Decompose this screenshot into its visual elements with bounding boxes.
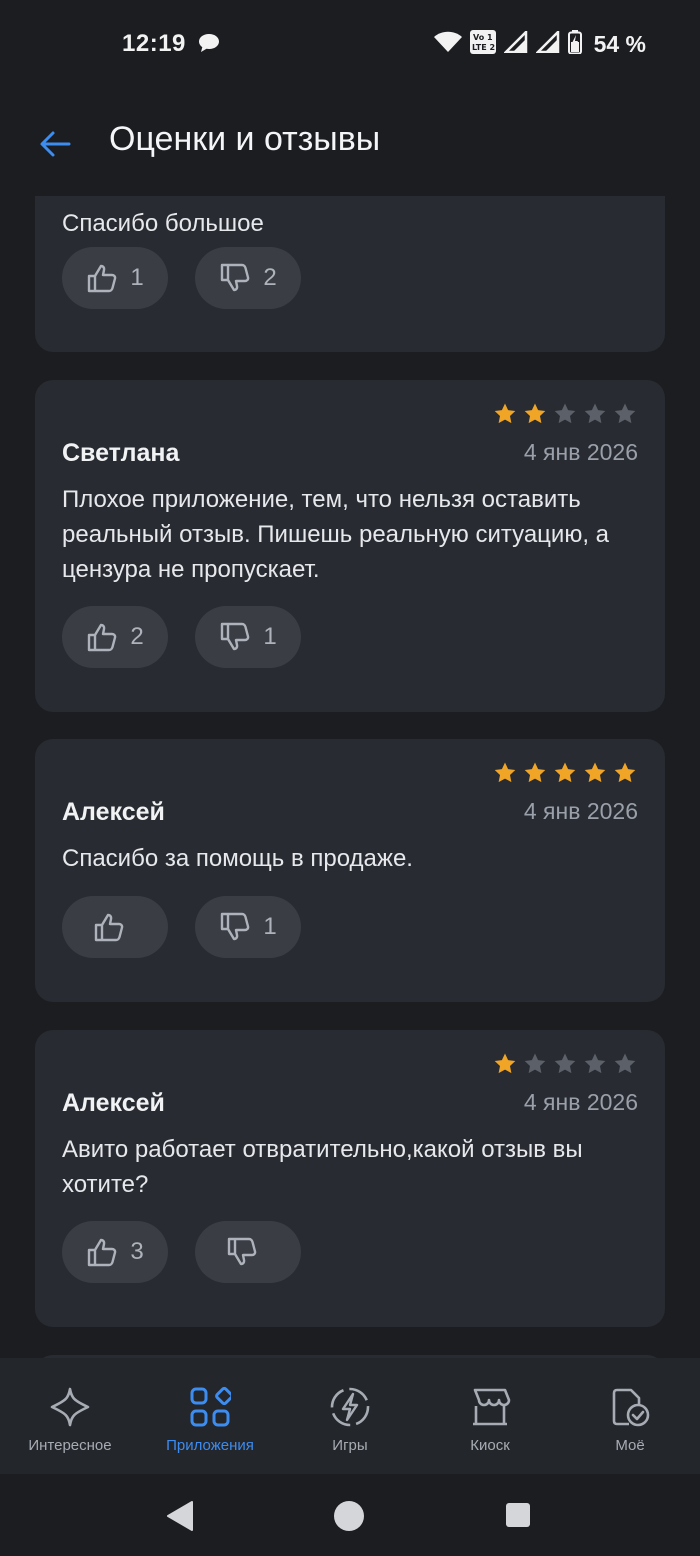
thumbs-up-icon [88, 623, 117, 652]
review-text: Спасибо большое [62, 210, 264, 237]
star-empty-icon [614, 1053, 636, 1074]
dislike-button[interactable]: 1 [195, 606, 301, 668]
chat-notification-icon [197, 32, 221, 59]
star-filled-icon [524, 762, 546, 783]
rating-stars [493, 402, 637, 426]
status-bar: 12:19 Vo 1 LTE 2 54 % [0, 0, 700, 88]
battery-charging-icon [567, 30, 582, 59]
battery-percent: 54 % [593, 31, 646, 57]
nav-item-apps[interactable]: Приложения [140, 1358, 280, 1474]
signal-1-icon [502, 28, 528, 58]
star-filled-icon [524, 403, 546, 424]
review-author: Светлана [62, 439, 180, 467]
dislike-button[interactable] [195, 1221, 301, 1283]
like-count: 2 [130, 623, 144, 650]
triangle-back-icon [167, 1501, 193, 1531]
wifi-icon [433, 31, 462, 58]
nav-item-games[interactable]: Игры [280, 1358, 420, 1474]
review-date: 4 янв 2026 [523, 439, 638, 465]
system-recents-button[interactable] [505, 1502, 531, 1533]
app-header: Оценки и отзывы [0, 88, 700, 196]
signal-2-icon [534, 28, 560, 58]
thumbs-down-icon [221, 263, 250, 292]
dislike-count: 1 [263, 913, 277, 940]
review-author: Алексей [62, 1089, 165, 1117]
status-time: 12:19 [122, 30, 186, 57]
thumbs-up-icon [94, 913, 124, 942]
star-filled-icon [494, 403, 516, 424]
nav-label: Киоск [470, 1437, 510, 1454]
nav-item-mine[interactable]: Моё [560, 1358, 700, 1474]
rating-stars [493, 761, 637, 785]
system-back-button[interactable] [164, 1499, 196, 1538]
bottom-nav: Интересное Приложения Игры Киоск Моё [0, 1358, 700, 1474]
square-recents-icon [506, 1503, 530, 1527]
star-filled-icon [554, 762, 576, 783]
star-empty-icon [554, 1053, 576, 1074]
like-count: 1 [130, 264, 144, 291]
review-card: Светлана 4 янв 2026 Плохое приложение, т… [35, 380, 665, 712]
apps-grid-icon [188, 1385, 232, 1429]
star-empty-icon [614, 403, 636, 424]
review-author: Алексей [62, 798, 165, 826]
star-empty-icon [584, 1053, 606, 1074]
status-icons: Vo 1 LTE 2 54 % [433, 28, 646, 59]
review-card: Спасибо большое 1 2 [35, 196, 665, 352]
nav-item-kiosk[interactable]: Киоск [420, 1358, 560, 1474]
star-filled-icon [494, 1053, 516, 1074]
sparkle-icon [48, 1385, 92, 1429]
star-filled-icon [584, 762, 606, 783]
reviews-list[interactable]: Спасибо большое 1 2 Светлана 4 янв 2026 … [0, 196, 700, 1358]
rating-stars [493, 1052, 637, 1076]
page-title: Оценки и отзывы [109, 120, 381, 158]
review-text: Плохое приложение, тем, что нельзя остав… [62, 486, 610, 583]
system-home-button[interactable] [332, 1499, 366, 1538]
svg-text:LTE 2: LTE 2 [472, 43, 495, 52]
review-date: 4 янв 2026 [523, 798, 638, 824]
review-text: Авито работает отвратительно,какой отзыв… [62, 1136, 583, 1198]
nav-label: Игры [332, 1437, 368, 1454]
nav-item-interesting[interactable]: Интересное [0, 1358, 140, 1474]
like-button[interactable] [62, 896, 168, 958]
star-empty-icon [584, 403, 606, 424]
review-card: Алексей 4 янв 2026 Спасибо за помощь в п… [35, 739, 665, 1002]
volte-icon: Vo 1 LTE 2 [469, 30, 496, 59]
star-empty-icon [524, 1053, 546, 1074]
like-count: 3 [130, 1238, 144, 1265]
dislike-button[interactable]: 1 [195, 896, 301, 958]
dislike-button[interactable]: 2 [195, 247, 301, 309]
thumbs-up-icon [88, 264, 117, 293]
lightning-icon [328, 1385, 372, 1429]
back-button[interactable] [30, 124, 80, 164]
nav-label: Приложения [166, 1437, 254, 1454]
dislike-count: 2 [263, 264, 277, 291]
star-empty-icon [554, 403, 576, 424]
thumbs-up-icon [88, 1238, 117, 1267]
review-date: 4 янв 2026 [523, 1089, 638, 1115]
like-button[interactable]: 1 [62, 247, 168, 309]
nav-label: Интересное [28, 1437, 112, 1454]
nav-label: Моё [615, 1437, 645, 1454]
like-button[interactable]: 2 [62, 606, 168, 668]
system-nav-bar [0, 1474, 700, 1556]
my-apps-icon [608, 1385, 652, 1429]
kiosk-store-icon [468, 1385, 512, 1429]
review-text: Спасибо за помощь в продаже. [62, 845, 413, 872]
thumbs-down-icon [227, 1237, 257, 1266]
svg-text:Vo 1: Vo 1 [473, 33, 493, 42]
review-card: Алексей 4 янв 2026 Авито работает отврат… [35, 1030, 665, 1327]
thumbs-down-icon [221, 912, 250, 941]
thumbs-down-icon [221, 622, 250, 651]
circle-home-icon [334, 1501, 364, 1531]
like-button[interactable]: 3 [62, 1221, 168, 1283]
arrow-left-icon [40, 131, 71, 157]
star-filled-icon [614, 762, 636, 783]
star-filled-icon [494, 762, 516, 783]
dislike-count: 1 [263, 623, 277, 650]
